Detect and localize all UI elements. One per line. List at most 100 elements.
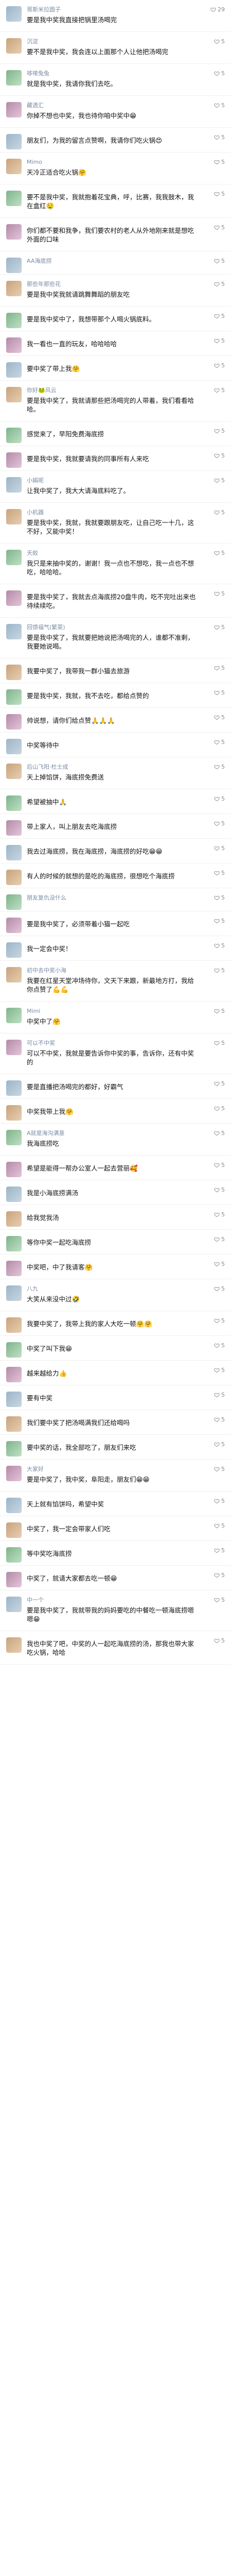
like-button[interactable]: 5: [214, 1285, 225, 1292]
like-button[interactable]: 5: [214, 1637, 225, 1644]
avatar[interactable]: [6, 870, 22, 885]
comment-item[interactable]: 天上就有馅饼吗，希望中奖 5: [0, 1492, 231, 1516]
avatar[interactable]: [6, 313, 22, 328]
like-button[interactable]: 5: [214, 509, 225, 516]
avatar[interactable]: [6, 38, 22, 54]
like-button[interactable]: 5: [214, 714, 225, 721]
comment-author[interactable]: 中一个: [27, 1597, 181, 1604]
avatar[interactable]: [6, 191, 22, 206]
comment-item[interactable]: 有人的时候的就想的是吃的海底捞，很想吃个海底捞 5: [0, 863, 231, 888]
avatar[interactable]: [6, 918, 22, 933]
like-button[interactable]: 5: [214, 689, 225, 696]
avatar[interactable]: [6, 258, 22, 273]
comment-item[interactable]: Mimo 天冷正适合吃火锅🤗 5: [0, 152, 231, 184]
like-button[interactable]: 5: [214, 845, 225, 852]
like-button[interactable]: 5: [214, 313, 225, 319]
comment-item[interactable]: Mimi 中奖中了🤗 5: [0, 1002, 231, 1033]
avatar[interactable]: [6, 665, 22, 680]
avatar[interactable]: [6, 387, 22, 402]
like-button[interactable]: 5: [214, 102, 225, 109]
avatar[interactable]: [6, 224, 22, 240]
avatar[interactable]: [6, 1466, 22, 1481]
comment-author[interactable]: 初中去中奖小海: [27, 967, 181, 974]
comment-item[interactable]: 哥斯米拉圆子 要是我中奖我直接把锅里汤喝完 29: [0, 0, 231, 32]
avatar[interactable]: [6, 337, 22, 353]
comment-item[interactable]: 要是我中奖，我就要请我的同事所有人来吃 5: [0, 446, 231, 471]
avatar[interactable]: [6, 428, 22, 443]
like-button[interactable]: 5: [214, 134, 225, 141]
comment-author[interactable]: AA海底捞: [27, 258, 181, 265]
avatar[interactable]: [6, 739, 22, 754]
comment-item[interactable]: 那些年那些花 要是我中奖我就请跳舞舞蹈的朋友吃 5: [0, 275, 231, 307]
like-button[interactable]: 5: [214, 1080, 225, 1087]
comment-author[interactable]: A就是海沟满意: [27, 1130, 181, 1137]
avatar[interactable]: [6, 1211, 22, 1227]
avatar[interactable]: [6, 624, 22, 639]
comment-item[interactable]: 中奖了，我一定会带家人们吃 5: [0, 1516, 231, 1541]
avatar[interactable]: [6, 1162, 22, 1177]
comment-item[interactable]: 初中去中奖小海 我要在红星天堂冲场待你，文天下来跟，新最地方打，我给你点赞了💪💪 5: [0, 961, 231, 1002]
avatar[interactable]: [6, 1367, 22, 1382]
avatar[interactable]: [6, 1416, 22, 1432]
like-button[interactable]: 5: [214, 1392, 225, 1398]
comment-author[interactable]: 哥斯米拉圆子: [27, 6, 181, 13]
like-button[interactable]: 5: [214, 1008, 225, 1014]
comment-item[interactable]: 哆嗦兔兔 就是我中奖，我请你我们去吃。 5: [0, 64, 231, 96]
comment-author[interactable]: Mimo: [27, 159, 181, 166]
like-button[interactable]: 5: [214, 1597, 225, 1603]
avatar[interactable]: [6, 820, 22, 836]
avatar[interactable]: [6, 1285, 22, 1301]
like-button[interactable]: 5: [214, 362, 225, 369]
comment-item[interactable]: 藏透汇 你掉不想也中奖，我也待你咱中奖中😁 5: [0, 96, 231, 128]
like-button[interactable]: 5: [214, 1416, 225, 1423]
comment-author[interactable]: 小娟呢: [27, 477, 181, 484]
comment-item[interactable]: 你们都不要和我争，我们要农村的老人从外地刚来就是想吃外面的口味 5: [0, 218, 231, 251]
like-button[interactable]: 5: [214, 281, 225, 287]
comment-item[interactable]: 我们要中奖了把汤喝满我们还给喝吗 5: [0, 1410, 231, 1435]
like-button[interactable]: 5: [214, 1522, 225, 1529]
comment-item[interactable]: 后山飞阳·杜士成 天上掉馅饼，海底捞免费送 5: [0, 757, 231, 789]
like-button[interactable]: 5: [214, 70, 225, 77]
comment-item[interactable]: 我去过海底捞，我在海底捞，海底捞的好吃😁😁 5: [0, 839, 231, 863]
like-button[interactable]: 5: [214, 1367, 225, 1374]
comment-item[interactable]: 要中奖了带上我🤗 5: [0, 356, 231, 381]
avatar[interactable]: [6, 550, 22, 565]
avatar[interactable]: [6, 1130, 22, 1145]
like-button[interactable]: 29: [210, 6, 225, 13]
avatar[interactable]: [6, 134, 22, 149]
avatar[interactable]: [6, 1441, 22, 1456]
comment-item[interactable]: 要是我中奖了，我就去点海底捞20盘牛肉，吃不完吐出来也待续续吃。 5: [0, 584, 231, 618]
like-button[interactable]: 5: [214, 665, 225, 671]
avatar[interactable]: [6, 845, 22, 860]
like-button[interactable]: 5: [214, 191, 225, 197]
avatar[interactable]: [6, 102, 22, 117]
comment-item[interactable]: 要是我中奖，我就，我不去吃，都给点赞的 5: [0, 683, 231, 708]
comment-item[interactable]: 小机器 要是我中奖，我就，我就要跟朋友吃，让自己吃一十几，这不好，又能中奖！ 5: [0, 503, 231, 544]
avatar[interactable]: [6, 159, 22, 174]
comment-item[interactable]: 八九 大笑从来没中过🤣 5: [0, 1279, 231, 1311]
like-button[interactable]: 5: [214, 258, 225, 264]
like-button[interactable]: 5: [214, 870, 225, 876]
avatar[interactable]: [6, 281, 22, 296]
like-button[interactable]: 5: [214, 1317, 225, 1324]
comment-item[interactable]: 可以不中奖 可以不中奖，我就是要告诉你中奖的事，告诉你，还有中奖的 5: [0, 1033, 231, 1074]
avatar[interactable]: [6, 967, 22, 982]
like-button[interactable]: 5: [214, 1466, 225, 1472]
like-button[interactable]: 5: [214, 477, 225, 484]
avatar[interactable]: [6, 1547, 22, 1563]
comment-item[interactable]: 要是我中奖了，必须带着小猫一起吃 5: [0, 911, 231, 936]
avatar[interactable]: [6, 477, 22, 493]
like-button[interactable]: 5: [214, 452, 225, 459]
comment-item[interactable]: 回馈福气(繁菜) 要是我中奖了，我就要把她说把汤喝完的人，谁都不准剩，我要她说喝。…: [0, 618, 231, 658]
like-button[interactable]: 5: [214, 942, 225, 949]
comment-item[interactable]: 中奖吧，中了我请客🤗 5: [0, 1255, 231, 1279]
comment-author[interactable]: 哆嗦兔兔: [27, 70, 181, 77]
avatar[interactable]: [6, 1597, 22, 1612]
comment-author[interactable]: 朋友复仇没什么: [27, 894, 181, 902]
avatar[interactable]: [6, 1080, 22, 1096]
comment-author[interactable]: 后山飞阳·杜士成: [27, 764, 181, 771]
comment-item[interactable]: 希望是能得一帮办公室人一起去营丽🥰 5: [0, 1156, 231, 1180]
avatar[interactable]: [6, 689, 22, 705]
like-button[interactable]: 5: [214, 739, 225, 745]
avatar[interactable]: [6, 452, 22, 468]
